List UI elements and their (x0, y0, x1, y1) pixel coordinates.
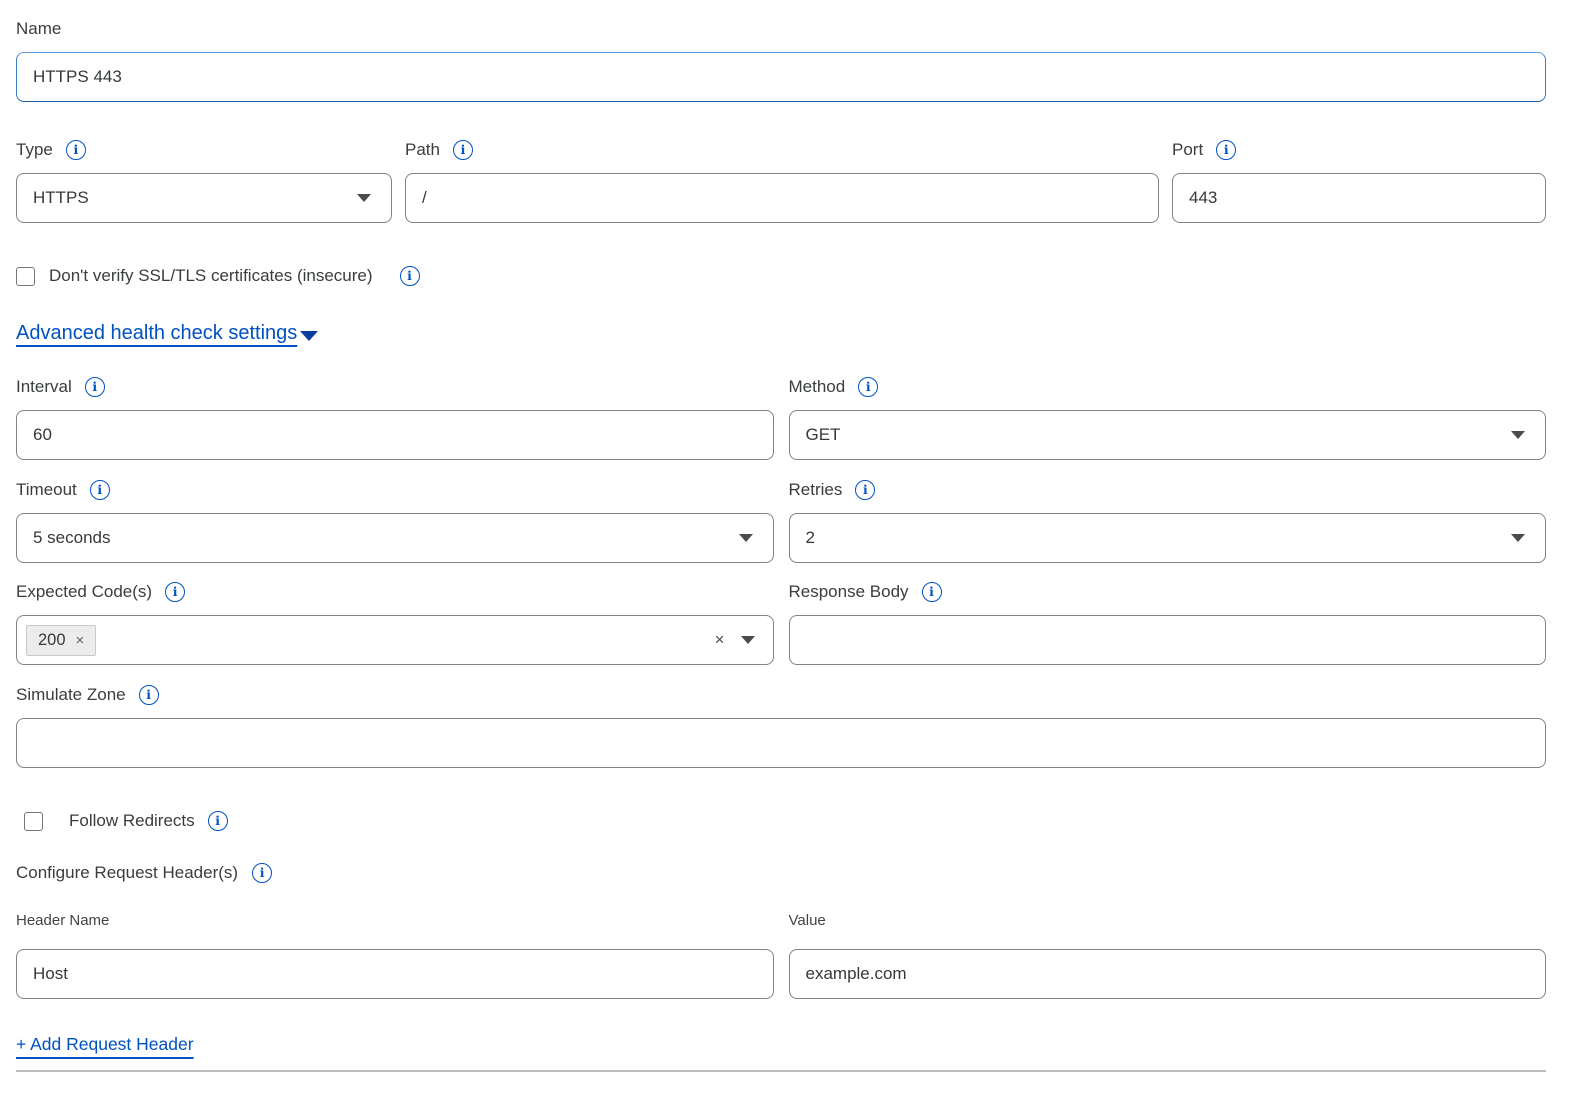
method-info-icon[interactable] (858, 377, 878, 397)
type-label: Type (16, 139, 392, 161)
clear-all-icon[interactable]: × (715, 630, 725, 650)
retries-select-value: 2 (806, 528, 815, 548)
type-info-icon[interactable] (66, 140, 86, 160)
port-label: Port (1172, 139, 1546, 161)
simulate-zone-label: Simulate Zone (16, 684, 1546, 706)
timeout-info-icon[interactable] (90, 480, 110, 500)
name-label-text: Name (16, 18, 61, 40)
method-label: Method (789, 376, 1547, 398)
response-body-label-text: Response Body (789, 581, 909, 603)
interval-method-row: Interval Method GET (16, 376, 1546, 460)
port-info-icon[interactable] (1216, 140, 1236, 160)
code-tag-text: 200 (38, 631, 66, 650)
simulate-zone-input[interactable] (16, 718, 1546, 768)
header-value-input[interactable] (789, 949, 1547, 999)
chevron-down-icon (741, 636, 755, 644)
header-name-column-label: Header Name (16, 912, 774, 930)
request-header-row: Header Name Value (16, 912, 1546, 999)
section-divider (16, 1070, 1546, 1072)
advanced-settings-toggle[interactable]: Advanced health check settings (16, 322, 318, 345)
follow-redirects-info-icon[interactable] (208, 811, 228, 831)
request-headers-info-icon[interactable] (252, 863, 272, 883)
port-label-text: Port (1172, 139, 1203, 161)
chevron-down-icon (739, 534, 753, 542)
method-select-value: GET (806, 425, 841, 445)
simulate-zone-section: Simulate Zone (16, 684, 1546, 768)
ssl-verify-row: Don't verify SSL/TLS certificates (insec… (16, 266, 1546, 286)
simulate-zone-label-text: Simulate Zone (16, 684, 126, 706)
response-body-info-icon[interactable] (922, 582, 942, 602)
follow-redirects-row: Follow Redirects (16, 811, 1546, 831)
triangle-down-icon (300, 331, 318, 341)
codes-body-row: Expected Code(s) 200 × × Response Body (16, 581, 1546, 665)
advanced-settings-link-text: Advanced health check settings (16, 322, 297, 345)
timeout-label: Timeout (16, 479, 774, 501)
retries-label-text: Retries (789, 479, 843, 501)
expected-codes-label: Expected Code(s) (16, 581, 774, 603)
remove-tag-icon[interactable]: × (76, 632, 85, 649)
add-request-header-link[interactable]: + Add Request Header (16, 1034, 194, 1055)
method-select[interactable]: GET (789, 410, 1547, 460)
interval-label-text: Interval (16, 376, 72, 398)
expected-codes-multiselect[interactable]: 200 × × (16, 615, 774, 665)
timeout-retries-row: Timeout 5 seconds Retries 2 (16, 479, 1546, 563)
health-check-form: Name Type HTTPS Path Port (0, 0, 1570, 1072)
path-info-icon[interactable] (453, 140, 473, 160)
timeout-select[interactable]: 5 seconds (16, 513, 774, 563)
chevron-down-icon (357, 194, 371, 202)
type-label-text: Type (16, 139, 53, 161)
method-label-text: Method (789, 376, 846, 398)
expected-codes-label-text: Expected Code(s) (16, 581, 152, 603)
interval-input[interactable] (16, 410, 774, 460)
interval-info-icon[interactable] (85, 377, 105, 397)
retries-info-icon[interactable] (855, 480, 875, 500)
header-value-column-label: Value (789, 912, 1547, 930)
interval-label: Interval (16, 376, 774, 398)
name-input[interactable] (16, 52, 1546, 102)
ssl-verify-info-icon[interactable] (400, 266, 420, 286)
request-headers-title-text: Configure Request Header(s) (16, 863, 238, 883)
simulate-zone-info-icon[interactable] (139, 685, 159, 705)
type-select-value: HTTPS (33, 188, 89, 208)
follow-redirects-checkbox[interactable] (24, 812, 43, 831)
response-body-input[interactable] (789, 615, 1547, 665)
code-tag-200: 200 × (26, 625, 96, 656)
chevron-down-icon (1511, 431, 1525, 439)
type-path-port-row: Type HTTPS Path Port (16, 139, 1546, 223)
chevron-down-icon (1511, 534, 1525, 542)
path-input[interactable] (405, 173, 1159, 223)
type-select[interactable]: HTTPS (16, 173, 392, 223)
timeout-select-value: 5 seconds (33, 528, 111, 548)
ssl-verify-checkbox[interactable] (16, 267, 35, 286)
path-label-text: Path (405, 139, 440, 161)
header-name-input[interactable] (16, 949, 774, 999)
follow-redirects-label: Follow Redirects (69, 811, 195, 831)
expected-codes-info-icon[interactable] (165, 582, 185, 602)
ssl-verify-label: Don't verify SSL/TLS certificates (insec… (49, 266, 373, 286)
response-body-label: Response Body (789, 581, 1547, 603)
port-input[interactable] (1172, 173, 1546, 223)
request-headers-title: Configure Request Header(s) (16, 863, 1546, 883)
retries-label: Retries (789, 479, 1547, 501)
retries-select[interactable]: 2 (789, 513, 1547, 563)
timeout-label-text: Timeout (16, 479, 77, 501)
name-label: Name (16, 18, 1546, 40)
path-label: Path (405, 139, 1159, 161)
